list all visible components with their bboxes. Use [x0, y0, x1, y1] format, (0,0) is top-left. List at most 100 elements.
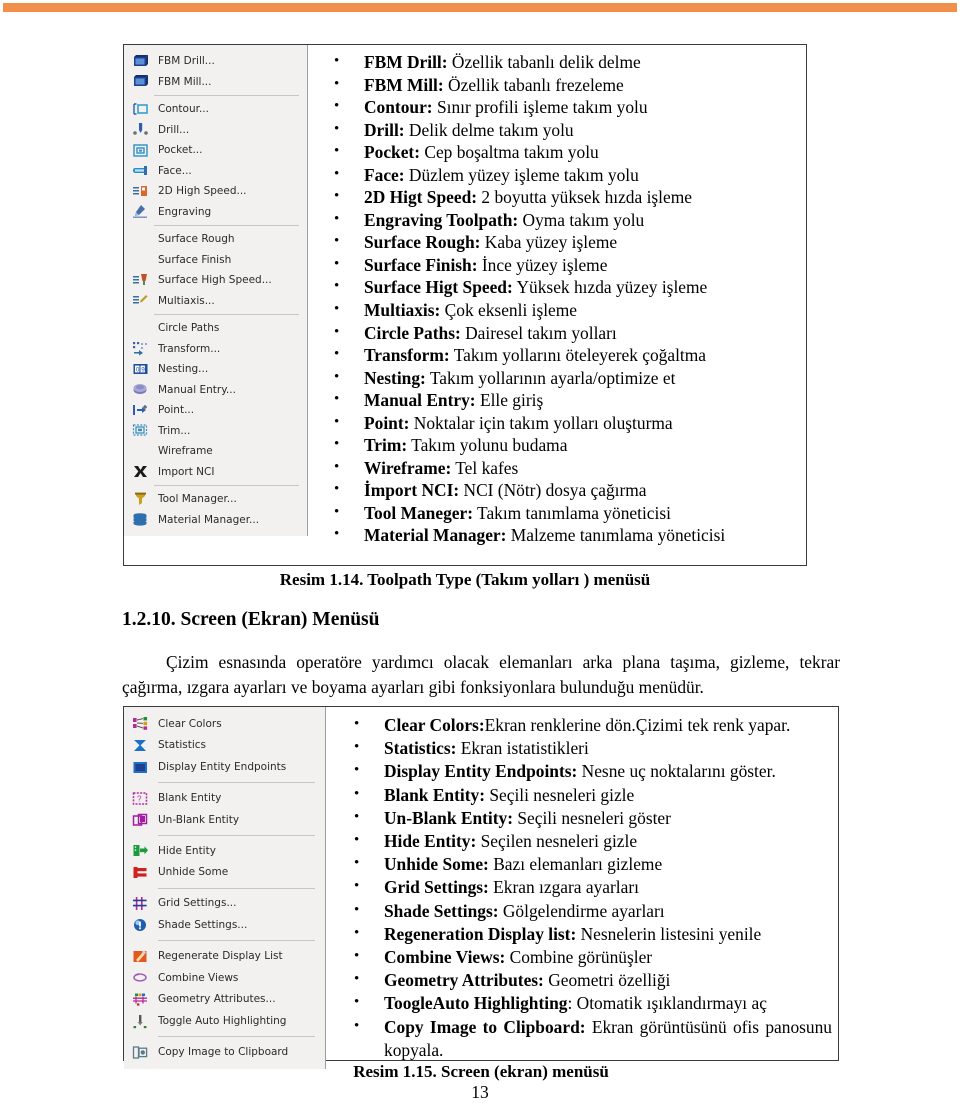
- list-item: Engraving Toolpath: Oyma takım yolu: [330, 208, 798, 232]
- menu-separator: [154, 485, 299, 486]
- screen-menu-panel[interactable]: Clear Colors Statistics Display Entity End…: [124, 707, 326, 1070]
- menu-separator: [158, 834, 315, 836]
- toolpath-menu-item-surface-high-speed[interactable]: Surface High Speed...: [124, 270, 307, 291]
- menu-item-label: Clear Colors: [158, 717, 222, 730]
- toolpath-menu-item-manual-entry[interactable]: Manual Entry...: [124, 380, 307, 401]
- display-entity-endpoints-icon: [132, 760, 149, 775]
- screen-menu-item-clear-colors[interactable]: Clear Colors: [124, 713, 325, 735]
- list-item-term: FBM Drill:: [364, 52, 448, 72]
- no-icon-placeholder: [132, 444, 149, 459]
- toolpath-type-menu-panel[interactable]: FBM Drill... FBM Mill... Contour... Drill..…: [124, 45, 308, 536]
- menu-item-label: Combine Views: [158, 971, 239, 984]
- screen-menu-item-combine-views[interactable]: Combine Views: [124, 967, 325, 989]
- list-item: Clear Colors:Ekran renklerine dön.Çizimi…: [350, 713, 832, 737]
- menu-item-label: Material Manager...: [158, 513, 260, 526]
- toolpath-menu-item-import-nci[interactable]: Import NCI: [124, 462, 307, 483]
- drill-icon: [132, 122, 149, 137]
- list-item-term: Copy Image to Clipboard:: [384, 1016, 586, 1037]
- list-item-description: Cep boşaltma takım yolu: [420, 142, 599, 163]
- screen-menu-item-display-entity-endpoints[interactable]: Display Entity Endpoints: [124, 757, 325, 779]
- list-item-term: Un-Blank Entity:: [384, 807, 514, 828]
- menu-item-label: Hide Entity: [158, 844, 216, 857]
- screen-menu-item-geometry-attributes[interactable]: Geometry Attributes...: [124, 989, 325, 1011]
- toolpath-menu-item-surface-rough[interactable]: Surface Rough: [124, 229, 307, 250]
- toolpath-menu-item-engraving[interactable]: Engraving: [124, 202, 307, 223]
- toolpath-menu-item-circle-paths[interactable]: Circle Paths: [124, 318, 307, 339]
- menu-item-label: Wireframe: [158, 445, 213, 457]
- list-item: İmport NCI: NCI (Nötr) dosya çağırma: [330, 478, 798, 502]
- screen-menu-item-unhide-some[interactable]: Unhide Some: [124, 862, 325, 884]
- list-item-term: Surface Finish:: [364, 254, 478, 275]
- toolpath-menu-item-trim[interactable]: Trim...: [124, 421, 307, 442]
- list-item: Surface Higt Speed: Yüksek hızda yüzey i…: [330, 275, 798, 299]
- list-item: Grid Settings: Ekran ızgara ayarları: [350, 875, 832, 899]
- list-item-description: Kaba yüzey işleme: [480, 232, 618, 253]
- list-item-description: Nesne uç noktalarını göster.: [577, 761, 776, 782]
- menu-item-label: Un-Blank Entity: [158, 813, 240, 826]
- list-item-term: Pocket:: [364, 142, 421, 163]
- list-item-term: Wireframe:: [364, 457, 452, 478]
- toolpath-menu-item-multiaxis[interactable]: Multiaxis...: [124, 291, 307, 312]
- toolpath-menu-item-wireframe[interactable]: Wireframe: [124, 441, 307, 462]
- screen-menu-item-hide-entity[interactable]: Hide Entity: [124, 840, 325, 862]
- menu-item-label: Nesting...: [158, 363, 209, 375]
- screen-menu-item-shade-settings[interactable]: Shade Settings...: [124, 914, 325, 936]
- list-item-term: Shade Settings:: [384, 900, 499, 921]
- list-item-description: Delik delme takım yolu: [404, 119, 574, 140]
- toolpath-menu-item-face[interactable]: Face...: [124, 161, 307, 182]
- list-item: Un-Blank Entity: Seçili nesneleri göster: [350, 806, 832, 830]
- list-item: Geometry Attributes: Geometri özelliği: [350, 968, 832, 992]
- list-item: FBM Mill: Özellik tabanlı frezeleme: [330, 73, 798, 97]
- toolpath-menu-item-tool-manager[interactable]: Tool Manager...: [124, 489, 307, 510]
- menu-item-label: Drill...: [158, 123, 190, 136]
- menu-item-label: Blank Entity: [158, 792, 222, 805]
- list-item-term: Surface Higt Speed:: [364, 277, 513, 298]
- list-item-description: NCI (Nötr) dosya çağırma: [459, 480, 647, 501]
- menu-item-label: Toggle Auto Highlighting: [158, 1015, 287, 1028]
- list-item: Manual Entry: Elle giriş: [330, 388, 798, 412]
- list-item-term: Regeneration Display list:: [384, 923, 577, 944]
- list-item: Drill: Delik delme takım yolu: [330, 118, 798, 142]
- toolpath-menu-item-drill[interactable]: Drill...: [124, 120, 307, 141]
- figure2-caption: Resim 1.15. Screen (ekran) menüsü: [353, 1062, 609, 1081]
- toolpath-menu-item-fbm-drill[interactable]: FBM Drill...: [124, 51, 307, 72]
- toolpath-menu-item-transform[interactable]: Transform...: [124, 339, 307, 360]
- list-item-description: Geometri özelliği: [543, 970, 671, 991]
- screen-menu-item-copy-image-to-clipboard[interactable]: Copy Image to Clipboard: [124, 1041, 325, 1063]
- screen-menu-item-blank-entity[interactable]: ? Blank Entity: [124, 787, 325, 809]
- list-item: Circle Paths: Dairesel takım yolları: [330, 321, 798, 345]
- svg-text:?: ?: [137, 794, 142, 803]
- list-item-term: Combine Views:: [384, 947, 506, 968]
- screen-menu-item-regenerate-display-list[interactable]: Regenerate Display List: [124, 945, 325, 967]
- screen-menu-item-toggle-auto-highlighting[interactable]: Toggle Auto Highlighting: [124, 1011, 325, 1033]
- toolpath-menu-item-material-manager[interactable]: Material Manager...: [124, 510, 307, 531]
- manual-entry-icon: [132, 382, 149, 397]
- toolpath-menu-item-pocket[interactable]: Pocket...: [124, 140, 307, 161]
- screen-menu-item-un-blank-entity[interactable]: Un-Blank Entity: [124, 809, 325, 831]
- list-item-description: 2 boyutta yüksek hızda işleme: [477, 187, 692, 208]
- toolpath-menu-item-2d-high-speed[interactable]: 2D High Speed...: [124, 181, 307, 202]
- toolpath-menu-item-nesting[interactable]: 0 9 Nesting...: [124, 359, 307, 380]
- list-item: Shade Settings: Gölgelendirme ayarları: [350, 899, 832, 923]
- material-manager-icon: [132, 512, 149, 527]
- fbm-mill-icon: [132, 74, 149, 89]
- toolpath-menu-item-fbm-mill[interactable]: FBM Mill...: [124, 72, 307, 93]
- menu-item-label: Face...: [158, 164, 192, 177]
- tool-manager-icon: [132, 492, 149, 507]
- screen-menu-item-grid-settings[interactable]: Grid Settings...: [124, 893, 325, 915]
- regenerate-display-list-icon: [132, 949, 149, 964]
- list-item: Pocket: Cep boşaltma takım yolu: [330, 140, 798, 164]
- screen-menu-item-statistics[interactable]: Statistics: [124, 735, 325, 757]
- menu-item-label: Trim...: [158, 424, 191, 437]
- toolpath-menu-item-point[interactable]: Point...: [124, 400, 307, 421]
- list-item-term: 2D Higt Speed:: [364, 187, 478, 208]
- pocket-icon: [132, 143, 149, 158]
- list-item: Face: Düzlem yüzey işleme takım yolu: [330, 163, 798, 187]
- face-icon: [132, 163, 149, 178]
- list-item-description: Combine görünüşler: [505, 947, 653, 968]
- toolpath-menu-item-surface-finish[interactable]: Surface Finish: [124, 250, 307, 271]
- toolpath-menu-item-contour[interactable]: Contour...: [124, 99, 307, 120]
- list-item-term: Face:: [364, 164, 405, 185]
- list-item-description: Takım yolunu budama: [407, 435, 568, 456]
- list-item-term: Engraving Toolpath:: [364, 209, 519, 230]
